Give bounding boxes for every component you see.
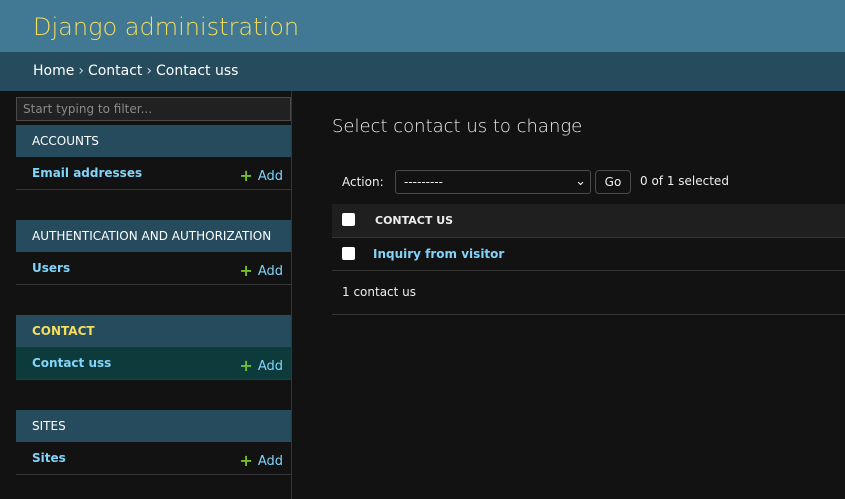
add-contact-button[interactable]: + Add xyxy=(239,355,283,375)
breadcrumb-separator: › xyxy=(78,63,84,79)
breadcrumb-current: Contact uss xyxy=(156,63,239,79)
action-select-value: --------- xyxy=(404,175,443,189)
sidebar-link-users[interactable]: Users xyxy=(32,261,70,275)
go-button[interactable]: Go xyxy=(595,170,631,194)
sidebar-item-sites: Sites + Add xyxy=(16,442,291,475)
plus-icon: + xyxy=(239,261,253,280)
module-auth: Authentication and Authorization Users +… xyxy=(16,220,291,285)
column-header-contact-us[interactable]: Contact us xyxy=(375,214,453,227)
module-contact: Contact Contact uss + Add xyxy=(16,315,291,380)
select-all-checkbox[interactable] xyxy=(342,213,355,226)
sidebar-link-sites[interactable]: Sites xyxy=(32,451,66,465)
breadcrumb-contact[interactable]: Contact xyxy=(88,63,142,79)
selected-count: 0 of 1 selected xyxy=(640,174,729,188)
module-caption-accounts[interactable]: Accounts xyxy=(16,125,291,157)
plus-icon: + xyxy=(239,451,253,470)
nav-sidebar: Accounts Email addresses + Add Authentica… xyxy=(0,91,292,499)
add-label: Add xyxy=(257,454,283,469)
module-accounts: Accounts Email addresses + Add xyxy=(16,125,291,190)
action-label: Action: xyxy=(342,175,384,189)
actions-bar: Action: --------- ⌄ Go 0 of 1 selected xyxy=(332,169,845,195)
chevron-down-icon: ⌄ xyxy=(575,174,586,189)
add-label: Add xyxy=(257,169,283,184)
breadcrumb-separator: › xyxy=(146,63,153,79)
module-caption-sites[interactable]: Sites xyxy=(16,410,291,442)
page-title: Select contact us to change xyxy=(332,116,583,137)
sidebar-link-email-addresses[interactable]: Email addresses xyxy=(32,166,142,180)
breadcrumb: Home › Contact › Contact uss xyxy=(0,52,845,91)
sidebar-item-contact-uss: Contact uss + Add xyxy=(16,347,291,380)
paginator: 1 contact us xyxy=(332,270,845,315)
breadcrumb-home[interactable]: Home xyxy=(33,63,74,79)
add-user-button[interactable]: + Add xyxy=(239,260,283,280)
add-label: Add xyxy=(257,359,283,374)
result-list-table: Contact us Inquiry from visitor xyxy=(332,204,845,271)
action-select[interactable]: --------- ⌄ xyxy=(395,170,591,194)
sidebar-link-contact-uss[interactable]: Contact uss xyxy=(32,356,111,370)
row-checkbox[interactable] xyxy=(342,247,355,260)
plus-icon: + xyxy=(239,356,253,375)
module-caption-auth[interactable]: Authentication and Authorization xyxy=(16,220,291,252)
sidebar-item-email-addresses: Email addresses + Add xyxy=(16,157,291,190)
table-row: Inquiry from visitor xyxy=(332,238,845,271)
module-sites: Sites Sites + Add xyxy=(16,410,291,475)
sidebar-item-users: Users + Add xyxy=(16,252,291,285)
nav-filter-input[interactable] xyxy=(16,97,291,121)
plus-icon: + xyxy=(239,166,253,185)
add-label: Add xyxy=(257,264,283,279)
table-header: Contact us xyxy=(332,204,845,238)
module-caption-contact[interactable]: Contact xyxy=(16,315,291,347)
add-email-address-button[interactable]: + Add xyxy=(239,165,283,185)
site-name[interactable]: Django administration xyxy=(33,12,299,42)
add-site-button[interactable]: + Add xyxy=(239,450,283,470)
row-link[interactable]: Inquiry from visitor xyxy=(373,247,504,261)
header: Django administration xyxy=(0,0,845,52)
